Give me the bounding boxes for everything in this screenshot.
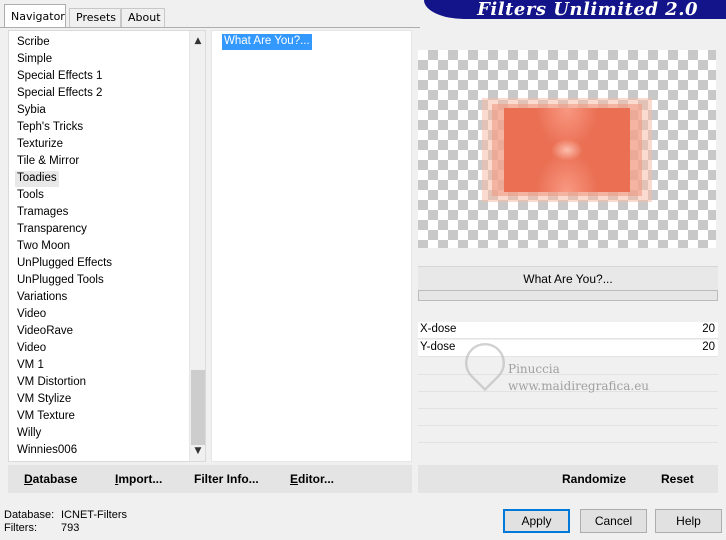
- status-filters-label: Filters:: [4, 522, 37, 534]
- param-x-dose[interactable]: X-dose 20: [418, 322, 718, 339]
- database-button[interactable]: Database: [24, 472, 77, 486]
- app-banner: Filters Unlimited 2.0: [424, 0, 726, 19]
- tab-about[interactable]: About: [121, 8, 165, 27]
- category-item[interactable]: Winnies006: [15, 443, 79, 459]
- category-item[interactable]: VM Texture: [15, 409, 77, 425]
- scroll-down-icon[interactable]: ▼: [190, 443, 205, 459]
- category-list[interactable]: Scribe Simple Special Effects 1 Special …: [8, 30, 206, 462]
- preview-image: [418, 50, 716, 248]
- help-button[interactable]: Help: [655, 509, 722, 533]
- category-item[interactable]: Tramages: [15, 205, 70, 221]
- cancel-button[interactable]: Cancel: [580, 509, 647, 533]
- category-item[interactable]: VM 1: [15, 358, 46, 374]
- filter-name-label: What Are You?...: [418, 266, 718, 290]
- watermark-logo-icon: [456, 334, 514, 392]
- apply-button[interactable]: Apply: [503, 509, 570, 533]
- right-button-bar: Randomize Reset: [418, 465, 718, 493]
- left-button-bar: Database Import... Filter Info... Editor…: [8, 465, 412, 493]
- filter-info-label: Filter Info...: [194, 472, 259, 486]
- status-database-value: ICNET-Filters: [61, 509, 127, 521]
- category-item[interactable]: UnPlugged Tools: [15, 273, 106, 289]
- category-item[interactable]: Texturize: [15, 137, 65, 153]
- param-separator: [418, 408, 718, 409]
- tab-presets[interactable]: Presets: [69, 8, 121, 27]
- status-database: Database: ICNET-Filters: [4, 509, 127, 521]
- tab-navigator[interactable]: Navigator: [4, 4, 66, 28]
- category-item[interactable]: Tile & Mirror: [15, 154, 81, 170]
- watermark: Pinuccia www.maidiregrafica.eu: [456, 334, 680, 398]
- category-scrollbar[interactable]: ▲ ▼: [189, 31, 205, 461]
- category-item[interactable]: Variations: [15, 290, 69, 306]
- banner-title: Filters Unlimited 2.0: [477, 0, 698, 19]
- category-item[interactable]: Tools: [15, 188, 46, 204]
- status-filters: Filters: 793: [4, 522, 79, 534]
- param-label: Y-dose: [420, 341, 456, 353]
- filter-item-selected[interactable]: What Are You?...: [222, 34, 312, 50]
- category-item[interactable]: Two Moon: [15, 239, 72, 255]
- database-accel: D: [24, 472, 33, 486]
- category-item[interactable]: Willy: [15, 426, 43, 442]
- preview-art: [504, 108, 630, 192]
- tab-divider: [0, 27, 420, 28]
- tab-strip: Navigator Presets About: [0, 0, 420, 28]
- category-item[interactable]: VM Stylize: [15, 392, 73, 408]
- param-value: 20: [702, 341, 715, 353]
- reset-button[interactable]: Reset: [661, 472, 694, 486]
- param-value: 20: [702, 323, 715, 335]
- category-item[interactable]: Special Effects 1: [15, 69, 104, 85]
- scroll-thumb[interactable]: [191, 370, 205, 445]
- category-item[interactable]: Simple: [15, 52, 54, 68]
- category-item[interactable]: Video: [15, 341, 48, 357]
- database-label: atabase: [32, 472, 78, 486]
- category-item[interactable]: Teph's Tricks: [15, 120, 85, 136]
- watermark-site: www.maidiregrafica.eu: [508, 379, 650, 393]
- category-item-selected[interactable]: Toadies: [15, 171, 59, 187]
- editor-accel: E: [290, 472, 299, 486]
- category-item[interactable]: Scribe: [15, 35, 52, 51]
- progress-bar: [418, 290, 718, 301]
- filter-info-button[interactable]: Filter Info...: [194, 472, 259, 486]
- category-item[interactable]: Video: [15, 307, 48, 323]
- editor-button[interactable]: Editor...: [290, 472, 334, 486]
- tab-presets-label: Presets: [76, 11, 117, 24]
- param-separator: [418, 425, 718, 426]
- tab-navigator-label: Navigator: [11, 10, 65, 23]
- import-label: mport...: [118, 472, 163, 486]
- scroll-up-icon[interactable]: ▲: [190, 33, 205, 49]
- category-item[interactable]: Special Effects 2: [15, 86, 104, 102]
- import-button[interactable]: Import...: [115, 472, 162, 486]
- status-filters-value: 793: [61, 522, 80, 534]
- randomize-button[interactable]: Randomize: [562, 472, 626, 486]
- status-database-label: Database:: [4, 509, 55, 521]
- category-item[interactable]: VM Distortion: [15, 375, 88, 391]
- param-separator: [418, 442, 718, 443]
- editor-label: ditor...: [298, 472, 335, 486]
- category-item[interactable]: Transparency: [15, 222, 89, 238]
- tab-about-label: About: [128, 11, 161, 24]
- category-item[interactable]: UnPlugged Effects: [15, 256, 114, 272]
- filter-list[interactable]: What Are You?...: [211, 30, 412, 462]
- watermark-name: Pinuccia: [508, 362, 560, 376]
- category-item[interactable]: VideoRave: [15, 324, 75, 340]
- param-label: X-dose: [420, 323, 457, 335]
- category-item[interactable]: Sybia: [15, 103, 48, 119]
